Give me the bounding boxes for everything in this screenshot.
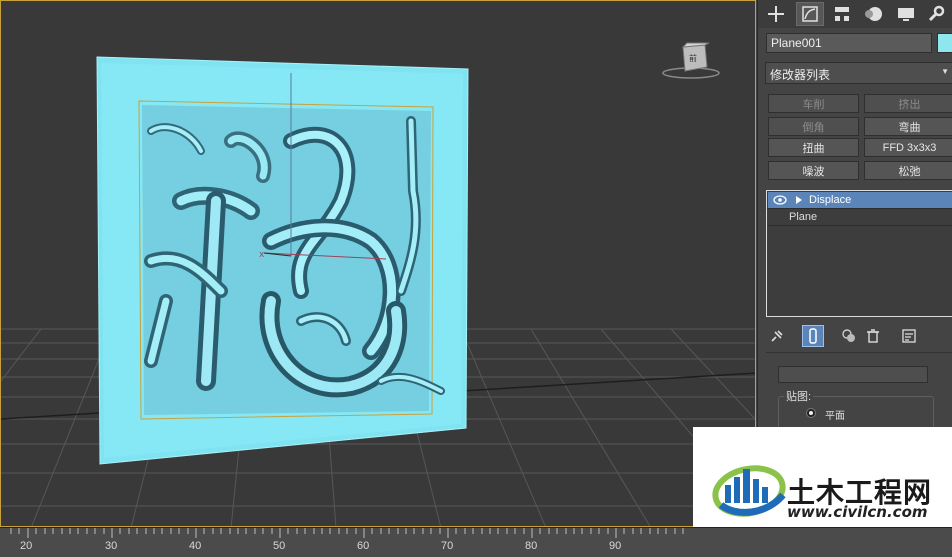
modifier-button-extrude[interactable]: 挤出: [864, 94, 952, 113]
timeline-tick-label: 40: [189, 540, 202, 552]
perspective-viewport[interactable]: x 前: [0, 0, 756, 527]
tab-create[interactable]: [762, 2, 790, 26]
tab-hierarchy[interactable]: [828, 2, 856, 26]
timeline-tick-label: 80: [525, 540, 538, 552]
modifier-list-label: 修改器列表: [770, 68, 831, 82]
planar-radio[interactable]: [806, 408, 816, 418]
stack-item-displace[interactable]: Displace: [767, 192, 952, 209]
svg-text:x: x: [259, 250, 265, 260]
stack-item-label: Plane: [789, 211, 818, 223]
map-group-title: 贴图:: [784, 388, 814, 404]
modifier-button-noise[interactable]: 噪波: [768, 161, 859, 180]
make-unique-icon: [842, 329, 855, 342]
timeline-tick-label: 70: [441, 540, 454, 552]
dropdown-arrow-icon: ▼: [941, 67, 949, 76]
timeline-tick-label: 90: [609, 540, 622, 552]
command-panel-tabs: [758, 0, 952, 28]
modifier-button-bevel[interactable]: 倒角: [768, 117, 859, 136]
modifier-stack: Displace Plane: [766, 190, 952, 317]
display-icon: [898, 8, 914, 21]
create-plus-icon: [768, 6, 784, 22]
hierarchy-icon: [835, 7, 849, 21]
timeline-tick-label: 60: [357, 540, 370, 552]
watermark-url: www.civilcn.com: [787, 503, 928, 521]
configure-icon: [902, 329, 916, 343]
modifier-list-dropdown[interactable]: 修改器列表 ▼: [765, 62, 952, 84]
trash-icon: [867, 329, 879, 343]
civilcn-logo-icon: [712, 465, 786, 517]
timeline-tick-label: 50: [273, 540, 286, 552]
tab-modify[interactable]: [796, 2, 824, 26]
timeline-ticks: [10, 528, 684, 538]
make-unique-button[interactable]: [838, 325, 860, 347]
modifier-button-lathe[interactable]: 车削: [768, 94, 859, 113]
end-result-icon: [809, 328, 817, 344]
modifier-button-relax[interactable]: 松弛: [864, 161, 952, 180]
modifier-button-ffd[interactable]: FFD 3x3x3: [864, 138, 952, 157]
rollout-divider: [766, 352, 952, 353]
stack-item-label: Displace: [809, 194, 852, 206]
modifier-button-twist[interactable]: 扭曲: [768, 138, 859, 157]
tab-motion[interactable]: [860, 2, 888, 26]
stack-item-plane[interactable]: Plane: [768, 209, 952, 226]
stack-toolbar: [766, 325, 952, 347]
eye-icon[interactable]: [773, 195, 787, 205]
pin-icon: [771, 330, 783, 342]
configure-modifier-sets-button[interactable]: [898, 325, 920, 347]
watermark-logo: 土木工程网 www.civilcn.com: [693, 427, 952, 527]
modify-icon: [802, 6, 818, 22]
object-name-field[interactable]: Plane001: [766, 33, 932, 53]
show-end-result-button[interactable]: [802, 325, 824, 347]
timeline-ruler[interactable]: 20 30 40 50 60 70 80 90: [0, 527, 952, 557]
remove-modifier-button[interactable]: [862, 325, 884, 347]
viewcube-icon[interactable]: 前: [661, 41, 721, 81]
tab-utilities[interactable]: [922, 2, 950, 26]
modifier-button-bend[interactable]: 弯曲: [864, 117, 952, 136]
motion-icon: [865, 7, 882, 21]
parameter-spinner[interactable]: [778, 366, 928, 383]
expand-arrow-icon[interactable]: [795, 196, 803, 204]
tab-display[interactable]: [892, 2, 920, 26]
pin-stack-button[interactable]: [766, 325, 788, 347]
object-color-swatch[interactable]: [937, 33, 952, 53]
planar-radio-label: 平面: [825, 411, 845, 422]
svg-text:前: 前: [689, 53, 697, 63]
timeline-tick-label: 30: [105, 540, 118, 552]
timeline-tick-label: 20: [20, 540, 33, 552]
utilities-wrench-icon: [928, 5, 945, 22]
viewport-scene: x: [1, 56, 755, 526]
